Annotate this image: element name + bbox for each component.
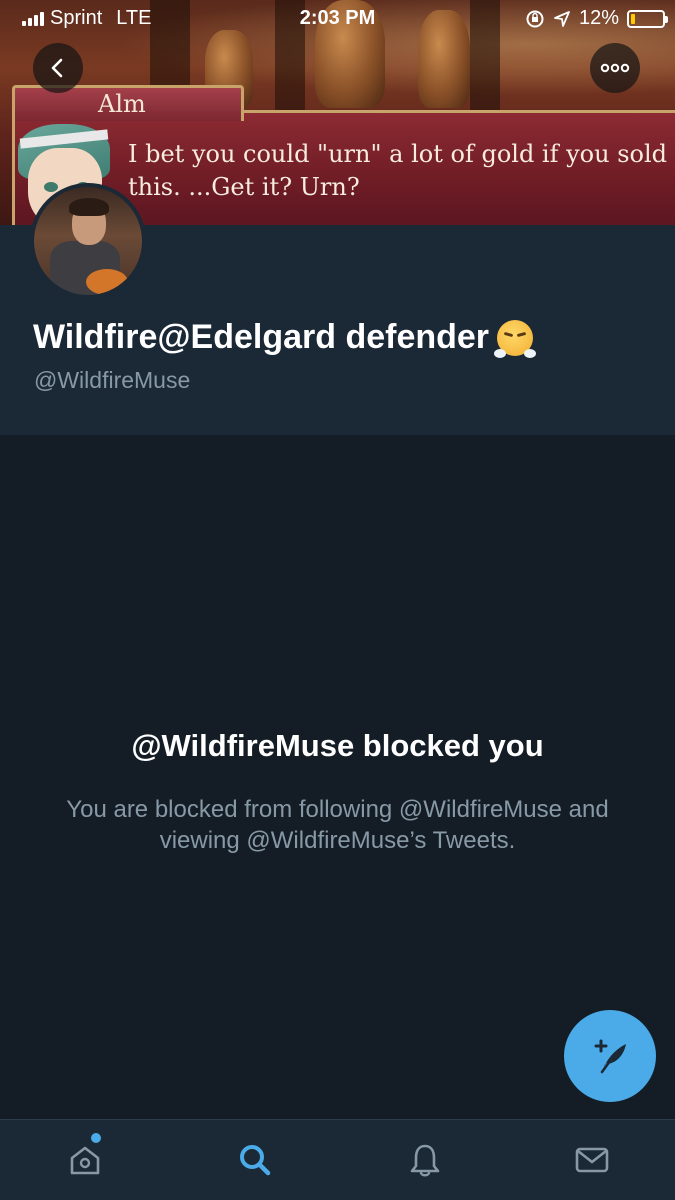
search-icon: [240, 1145, 271, 1176]
tab-home[interactable]: [65, 1140, 105, 1180]
more-options-button[interactable]: [590, 43, 640, 93]
compose-tweet-button[interactable]: [564, 1010, 656, 1102]
battery-percent: 12%: [578, 7, 619, 29]
blocked-message: You are blocked from following @Wildfire…: [66, 796, 609, 854]
avatar[interactable]: [30, 183, 146, 299]
tab-messages[interactable]: [572, 1140, 612, 1180]
back-button[interactable]: [33, 43, 83, 93]
orientation-lock-icon: [526, 10, 544, 27]
home-notification-badge: [91, 1133, 101, 1143]
game-dialog-text: I bet you could "urn" a lot of gold if y…: [128, 140, 668, 201]
location-icon: [554, 10, 570, 27]
battery-icon: [627, 9, 668, 28]
more-icon: [600, 63, 630, 73]
tab-search[interactable]: [235, 1140, 275, 1180]
display-name-text: Wildfire@Edelgard defender: [33, 318, 490, 356]
blocked-title: @WildfireMuse blocked you: [131, 728, 544, 763]
chevron-left-icon: [51, 58, 63, 78]
home-icon: [70, 1146, 100, 1175]
profile-handle: @WildfireMuse: [34, 367, 191, 393]
speaker-name: Alm: [98, 90, 146, 118]
compose-tweet-icon: [594, 1039, 626, 1074]
bell-icon: [410, 1144, 440, 1177]
profile-display-name: Wildfire@Edelgard defender: [33, 318, 537, 358]
tab-notifications[interactable]: [405, 1140, 445, 1180]
face-with-steam-emoji-icon: [494, 319, 537, 358]
status-bar: Sprint LTE 2:03 PM 12%: [0, 0, 675, 36]
mail-icon: [575, 1147, 609, 1173]
bottom-tab-bar: [0, 1119, 675, 1200]
